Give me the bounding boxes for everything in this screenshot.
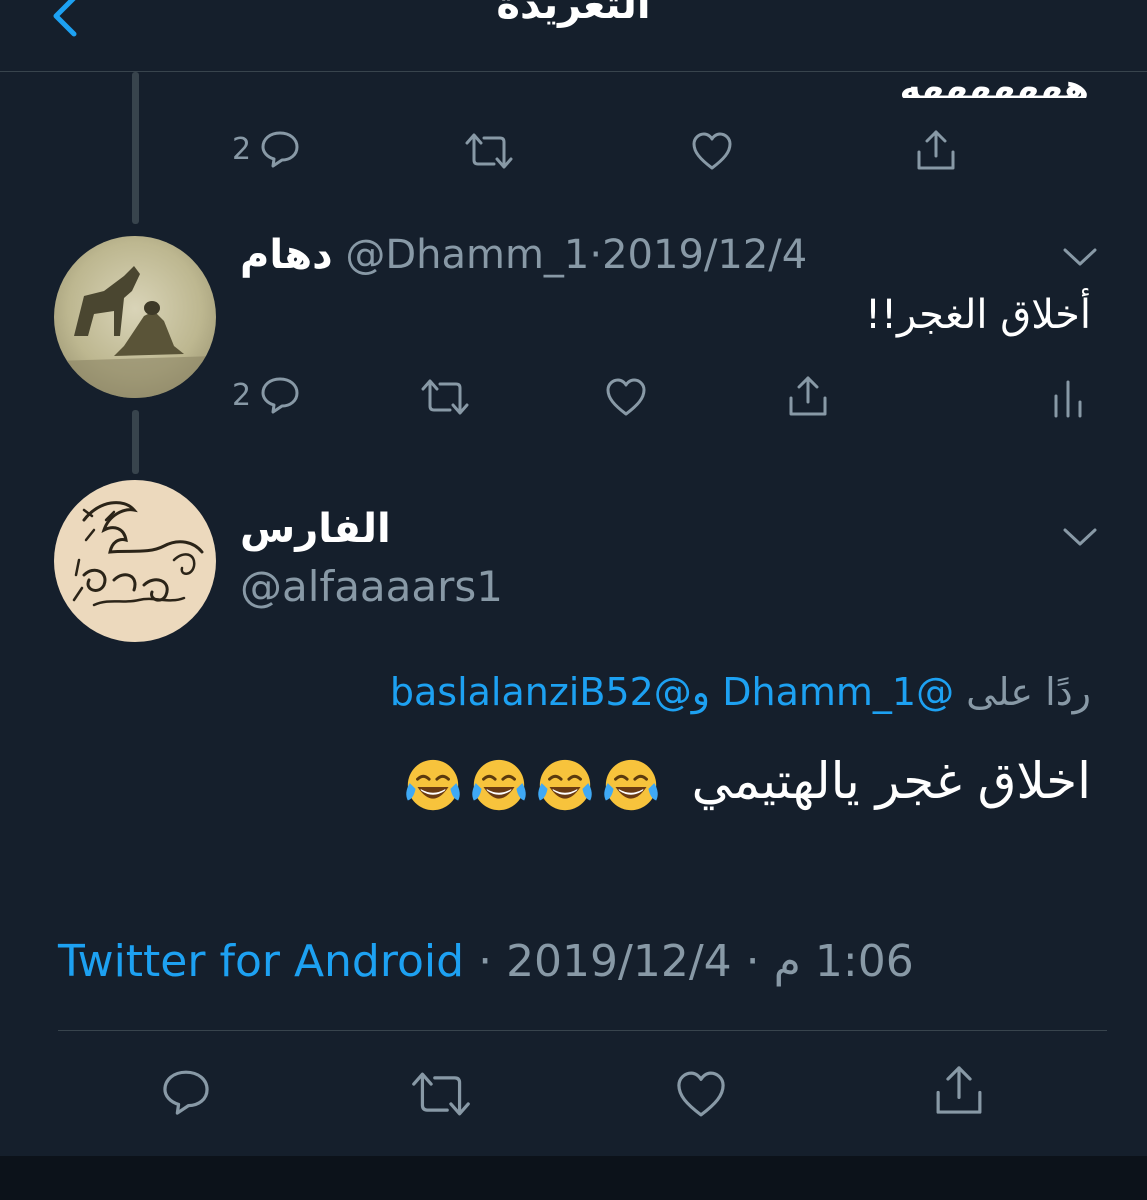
horse-photo-avatar-image	[54, 266, 216, 398]
tears-of-joy-emoji	[405, 759, 460, 810]
source-link[interactable]: Twitter for Android	[58, 936, 464, 987]
bottom-bar	[0, 1156, 1147, 1200]
reply-and: و	[691, 670, 711, 714]
retweet-icon	[421, 379, 469, 415]
tweet-menu-button[interactable]	[1060, 242, 1100, 276]
avatar[interactable]	[54, 236, 216, 398]
reply-icon	[261, 377, 299, 414]
share-button[interactable]	[786, 372, 830, 420]
tweet-meta: Twitter for Android · 2019/12/4 · 1:06 م	[58, 936, 914, 987]
retweet-icon	[465, 133, 513, 169]
tears-of-joy-emoji	[471, 759, 526, 810]
separator-dot: ·	[589, 232, 603, 278]
mention-link[interactable]: @Dhamm_1	[722, 670, 954, 714]
like-button[interactable]	[604, 376, 648, 418]
reply-icon	[163, 1070, 209, 1115]
like-icon	[677, 1071, 725, 1117]
thread-connector	[132, 410, 139, 474]
reply-count: 2	[232, 131, 252, 167]
tweet-body: اخلاق غجر يالهتيمي	[398, 752, 1091, 816]
like-button[interactable]	[690, 130, 734, 172]
author-name[interactable]: الفارس	[240, 506, 391, 552]
retweet-button[interactable]	[464, 130, 514, 172]
tweet-text: أخلاق الغجر!!	[864, 292, 1091, 338]
tweet-time: 1:06 م	[773, 936, 914, 987]
page-title: التغريدة	[496, 0, 651, 28]
share-icon	[789, 376, 827, 416]
author-line: دهام @Dhamm_1·2019/12/4	[240, 232, 807, 278]
reply-button[interactable]: 2	[232, 128, 301, 170]
tweet-detail-screen: التغريدة هههههههه 2 دهام @Dhamm_1·2019/1…	[0, 0, 1147, 1200]
tweet-date: 2019/12/4	[506, 936, 732, 987]
share-button[interactable]	[914, 126, 958, 174]
share-button[interactable]	[932, 1060, 986, 1120]
author-handle[interactable]: @alfaaaars1	[240, 562, 503, 611]
tweet-text: اخلاق غجر يالهتيمي	[691, 752, 1091, 810]
separator-dot: ·	[745, 936, 760, 987]
tweet-menu-button[interactable]	[1060, 522, 1100, 556]
chevron-down-icon	[1063, 248, 1097, 266]
retweet-icon	[412, 1072, 470, 1116]
reply-prefix: ردًا على	[966, 670, 1091, 714]
retweet-button[interactable]	[420, 376, 470, 418]
share-icon	[936, 1066, 982, 1114]
like-button[interactable]	[674, 1068, 728, 1120]
author-name[interactable]: دهام	[240, 232, 333, 278]
author-handle[interactable]: @Dhamm_1	[345, 232, 589, 278]
separator-dot: ·	[478, 936, 493, 987]
mention-link[interactable]: @baslalanziB52	[390, 670, 692, 714]
like-icon	[606, 378, 646, 416]
analytics-icon	[1054, 380, 1082, 418]
avatar[interactable]	[54, 480, 216, 642]
analytics-button[interactable]	[1048, 378, 1088, 420]
reply-count: 2	[232, 377, 252, 413]
reply-button[interactable]: 2	[232, 374, 301, 416]
horse-calligraphy-avatar-image	[72, 501, 204, 607]
tears-of-joy-emoji	[537, 759, 592, 810]
share-icon	[917, 130, 955, 170]
retweet-button[interactable]	[410, 1068, 472, 1120]
thread-connector	[132, 72, 139, 224]
tweet-date: 2019/12/4	[602, 232, 808, 278]
reply-icon	[261, 131, 299, 168]
tears-of-joy-emoji	[603, 759, 658, 810]
like-icon	[692, 132, 732, 170]
replying-to: ردًا على @Dhamm_1 و@baslalanziB52	[390, 670, 1091, 714]
emoji-row	[398, 752, 662, 810]
divider	[58, 1030, 1107, 1031]
reply-button[interactable]	[160, 1066, 212, 1118]
previous-tweet-text: هههههههه	[899, 68, 1089, 98]
chevron-down-icon	[1063, 528, 1097, 546]
